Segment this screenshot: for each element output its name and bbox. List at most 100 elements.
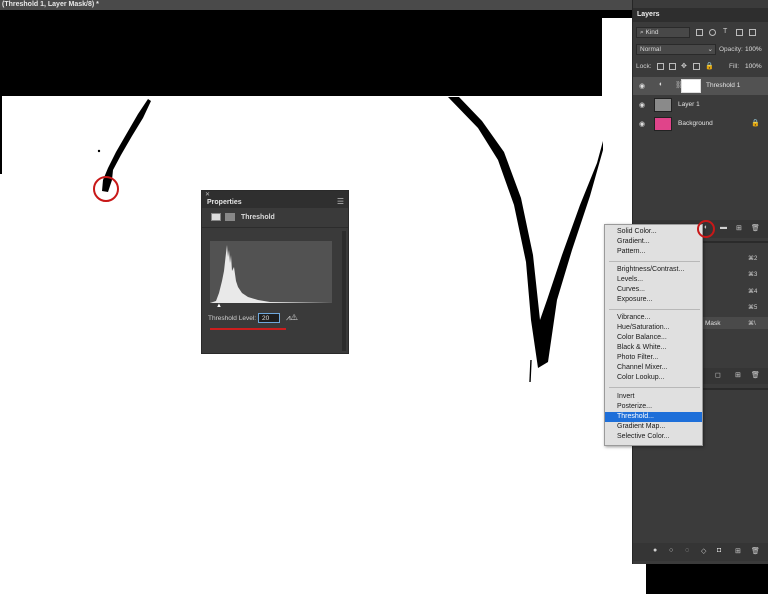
stroke-path-icon[interactable]: ○ [669,547,673,554]
menu-item-posterize[interactable]: Posterize... [605,402,702,412]
filter-shape-icon[interactable] [736,29,743,36]
panel-menu-icon[interactable]: ☰ [337,197,344,206]
menu-item-color-lookup[interactable]: Color Lookup... [605,373,702,383]
new-channel-icon[interactable]: ⊞ [735,371,741,379]
menu-item-curves[interactable]: Curves... [605,285,702,295]
trash-icon[interactable]: 🗑 [751,224,760,232]
menu-item-selective-color[interactable]: Selective Color... [605,432,702,442]
annotation-underline [210,328,286,330]
filter-pixel-icon[interactable] [696,29,703,36]
paths-footer: ● ○ ◌ ◇ ◘ ⊞ 🗑 [633,543,768,561]
layer-name[interactable]: Layer 1 [678,101,700,108]
menu-item-hue-saturation[interactable]: Hue/Saturation... [605,323,702,333]
layer-row-layer1[interactable]: ◉ Layer 1 [633,96,768,114]
layers-tab-row: Layers [633,8,768,22]
layer-thumbnail [654,98,672,112]
layer-row-background[interactable]: ◉ Background 🔒 [633,115,768,133]
adjustment-name: Threshold [241,214,275,221]
menu-item-vibrance[interactable]: Vibrance... [605,313,702,323]
stroke-tail [529,359,532,383]
layer-row-threshold[interactable]: ◉ ◐ ⛓ Threshold 1 [633,77,768,95]
menu-item-brightness-contrast[interactable]: Brightness/Contrast... [605,265,702,275]
channel-hotkey: ⌘\ [748,321,756,327]
menu-item-photo-filter[interactable]: Photo Filter... [605,353,702,363]
filter-adjustment-icon[interactable] [709,29,716,36]
lock-icon: 🔒 [751,120,760,127]
mask-icon[interactable]: ◘ [717,547,721,554]
threshold-level-label: Threshold Level: [208,315,257,322]
threshold-slider-handle[interactable]: ▲ [216,303,222,309]
menu-item-threshold[interactable]: Threshold... [605,412,702,422]
folder-icon[interactable]: ▬ [720,224,727,231]
brush-stroke-v [448,97,603,368]
fill-label: Fill: [729,63,740,70]
selection-icon[interactable]: ◌ [685,547,689,554]
background-thumbnail [654,117,672,131]
channel-mask-label: Mask [705,320,721,327]
threshold-level-input[interactable]: 20 [258,313,280,323]
new-path-icon[interactable]: ⊞ [735,547,741,555]
lock-artboard-icon[interactable] [693,63,700,70]
trash-icon[interactable]: 🗑 [751,371,760,379]
adjustment-icon[interactable] [211,213,221,221]
opacity-label: Opacity: [719,46,743,53]
lock-position-icon[interactable]: ✥ [681,62,687,70]
menu-item-levels[interactable]: Levels... [605,275,702,285]
opacity-value[interactable]: 100% [745,46,762,53]
annotation-circle-sample [93,176,119,202]
adjustment-menu: Solid Color... Gradient... Pattern... Br… [604,224,703,446]
chevron-down-icon: ⌄ [707,46,713,53]
mask-icon[interactable] [225,213,235,221]
menu-separator [609,309,700,310]
layer-filter-select[interactable]: ⌕ Kind [636,27,690,38]
channel-hotkey: ⌘3 [748,272,758,278]
mask-icon[interactable]: ◻ [715,371,721,379]
menu-item-solid-color[interactable]: Solid Color... [605,227,702,237]
close-icon[interactable]: ✕ [205,191,210,198]
eye-icon[interactable]: ◉ [639,120,645,128]
histogram-warning-icon[interactable]: ⩘⚠ [286,313,298,323]
layer-name[interactable]: Threshold 1 [706,82,740,89]
lock-pixels-icon[interactable] [669,63,676,70]
eye-icon[interactable]: ◉ [639,101,645,109]
layer-mask-thumbnail[interactable] [681,79,701,93]
blend-mode-value: Normal [640,46,661,53]
menu-item-channel-mixer[interactable]: Channel Mixer... [605,363,702,373]
menu-separator [609,387,700,388]
trash-icon[interactable]: 🗑 [751,547,760,555]
new-layer-icon[interactable]: ⊞ [736,224,742,232]
properties-panel: ✕ Properties ☰ Threshold ▲ Threshold Lev… [201,190,349,354]
lock-transparent-icon[interactable] [657,63,664,70]
menu-item-gradient[interactable]: Gradient... [605,237,702,247]
adjustment-layer-icon: ◐ [659,81,664,88]
menu-item-color-balance[interactable]: Color Balance... [605,333,702,343]
stroke-dot [97,149,101,153]
properties-header[interactable]: ✕ Properties ☰ [202,191,348,208]
channel-hotkey: ⌘5 [748,305,758,311]
menu-separator [609,261,700,262]
filter-kind-label: Kind [645,29,659,36]
canvas-black-corner [646,564,768,594]
tab-layers[interactable]: Layers [637,11,660,18]
fill-value[interactable]: 100% [745,63,762,70]
filter-type-icon[interactable]: T [723,28,727,35]
fill-path-icon[interactable]: ● [653,547,657,554]
histogram-shape [210,245,332,303]
menu-item-invert[interactable]: Invert [605,392,702,402]
layer-name[interactable]: Background [678,120,713,127]
adjustment-header: Threshold [202,208,348,228]
search-icon: ⌕ [640,29,644,36]
menu-item-gradient-map[interactable]: Gradient Map... [605,422,702,432]
work-path-icon[interactable]: ◇ [701,547,706,555]
menu-item-pattern[interactable]: Pattern... [605,247,702,257]
annotation-circle-adjustment [697,220,715,238]
filter-smart-icon[interactable] [749,29,756,36]
threshold-histogram[interactable] [210,241,332,303]
menu-item-black-white[interactable]: Black & White... [605,343,702,353]
channel-hotkey: ⌘2 [748,256,758,262]
menu-item-exposure[interactable]: Exposure... [605,295,702,305]
blend-mode-select[interactable]: Normal ⌄ [636,44,716,55]
properties-scrollbar[interactable] [342,231,346,351]
lock-icon[interactable]: 🔒 [705,62,714,70]
eye-icon[interactable]: ◉ [639,82,645,90]
